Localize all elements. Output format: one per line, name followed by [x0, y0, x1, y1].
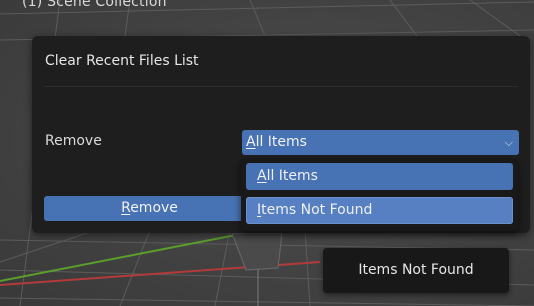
remove-button-rest: emove	[130, 200, 178, 216]
menu-item-rest: ll Items	[266, 168, 318, 184]
dialog-title: Clear Recent Files List	[45, 53, 199, 69]
dialog-divider	[44, 86, 518, 87]
menu-item-items-not-found[interactable]: Items Not Found	[246, 197, 513, 224]
select-value-accel: A	[246, 134, 256, 150]
remove-button-accel: R	[121, 200, 131, 216]
remove-mode-dropdown-menu: All Items Items Not Found	[241, 159, 518, 231]
select-value-rest: ll Items	[255, 134, 307, 150]
remove-mode-select[interactable]: All Items ⌵	[242, 130, 519, 155]
menu-item-all-items[interactable]: All Items	[246, 163, 513, 190]
tooltip: Items Not Found	[323, 248, 509, 293]
scene-collection-label: (1) Scene Collection	[22, 0, 167, 10]
menu-item-rest: tems Not Found	[261, 202, 373, 218]
chevron-down-icon: ⌵	[504, 136, 513, 149]
menu-item-accel: A	[257, 168, 267, 184]
remove-label: Remove	[45, 133, 102, 149]
